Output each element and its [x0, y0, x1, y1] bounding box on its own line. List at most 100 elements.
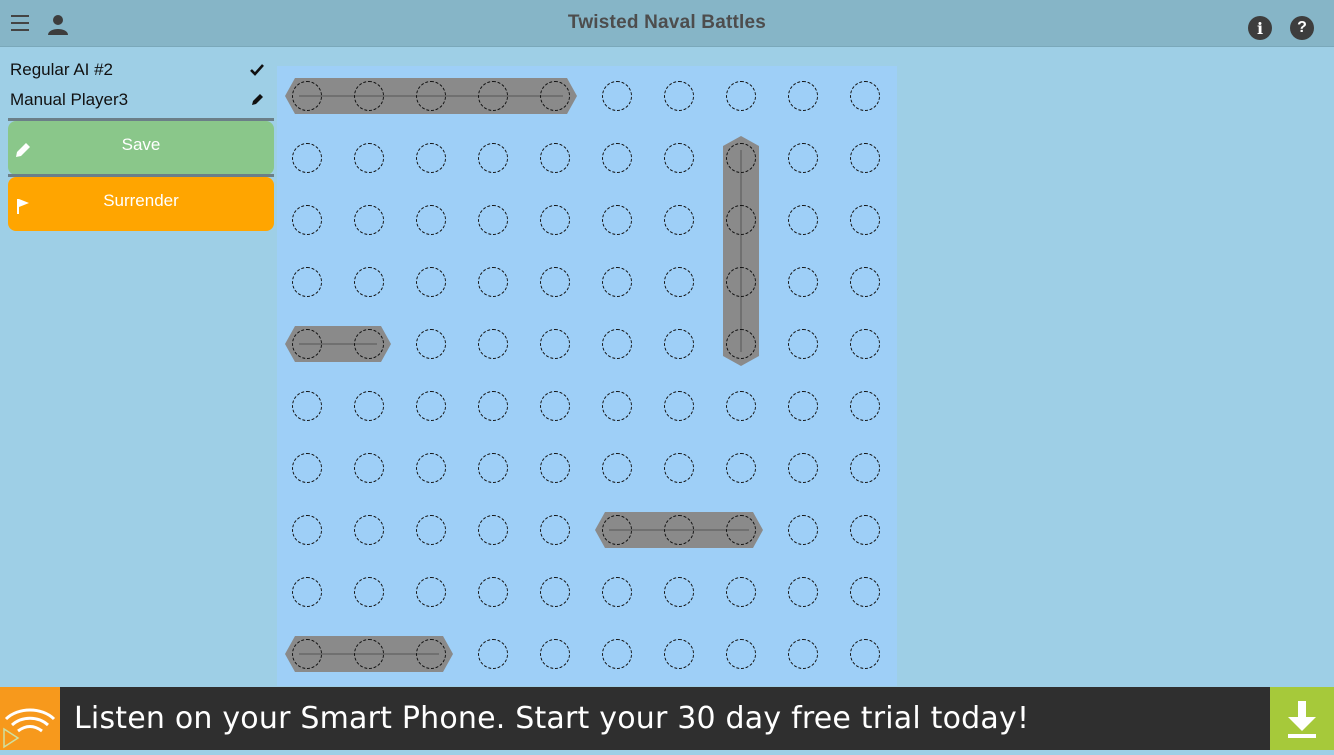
board-cell[interactable] — [788, 515, 818, 545]
board-cell[interactable] — [540, 143, 570, 173]
board-cell[interactable] — [354, 143, 384, 173]
board-cell[interactable] — [540, 205, 570, 235]
board-cell[interactable] — [416, 143, 446, 173]
board-cell[interactable] — [540, 267, 570, 297]
board-cell[interactable] — [478, 453, 508, 483]
board-cell[interactable] — [292, 81, 322, 111]
board-cell[interactable] — [726, 453, 756, 483]
board-cell[interactable] — [354, 329, 384, 359]
board-cell[interactable] — [726, 267, 756, 297]
board-cell[interactable] — [292, 639, 322, 669]
board-cell[interactable] — [416, 329, 446, 359]
board-cell[interactable] — [478, 639, 508, 669]
board-cell[interactable] — [602, 143, 632, 173]
board-cell[interactable] — [664, 81, 694, 111]
board-cell[interactable] — [788, 267, 818, 297]
board-cell[interactable] — [850, 143, 880, 173]
board-cell[interactable] — [788, 639, 818, 669]
board-cell[interactable] — [292, 577, 322, 607]
board-cell[interactable] — [664, 515, 694, 545]
board-cell[interactable] — [664, 391, 694, 421]
board-cell[interactable] — [602, 453, 632, 483]
board-cell[interactable] — [788, 143, 818, 173]
board-cell[interactable] — [416, 205, 446, 235]
board-cell[interactable] — [354, 453, 384, 483]
ad-text[interactable]: Listen on your Smart Phone. Start your 3… — [74, 701, 1029, 736]
board-cell[interactable] — [416, 639, 446, 669]
board-cell[interactable] — [292, 329, 322, 359]
board-cell[interactable] — [478, 577, 508, 607]
board-cell[interactable] — [540, 577, 570, 607]
board-cell[interactable] — [478, 267, 508, 297]
board-cell[interactable] — [602, 81, 632, 111]
board-cell[interactable] — [540, 453, 570, 483]
board-cell[interactable] — [540, 391, 570, 421]
info-icon[interactable]: i — [1248, 16, 1272, 40]
board-cell[interactable] — [726, 81, 756, 111]
board-cell[interactable] — [478, 205, 508, 235]
pencil-icon[interactable] — [250, 92, 264, 106]
board-cell[interactable] — [478, 329, 508, 359]
board-cell[interactable] — [726, 143, 756, 173]
board-cell[interactable] — [726, 577, 756, 607]
board-cell[interactable] — [850, 453, 880, 483]
board-cell[interactable] — [478, 391, 508, 421]
board-cell[interactable] — [788, 81, 818, 111]
board-cell[interactable] — [850, 577, 880, 607]
save-button[interactable]: Save — [8, 121, 274, 175]
board-cell[interactable] — [354, 205, 384, 235]
board-cell[interactable] — [416, 81, 446, 111]
board-cell[interactable] — [540, 329, 570, 359]
board-cell[interactable] — [602, 329, 632, 359]
surrender-button[interactable]: Surrender — [8, 177, 274, 231]
board-cell[interactable] — [664, 267, 694, 297]
board-cell[interactable] — [478, 81, 508, 111]
board-cell[interactable] — [788, 577, 818, 607]
board-cell[interactable] — [416, 577, 446, 607]
board-cell[interactable] — [850, 205, 880, 235]
board-cell[interactable] — [726, 639, 756, 669]
board-cell[interactable] — [540, 81, 570, 111]
board-cell[interactable] — [602, 267, 632, 297]
board-cell[interactable] — [664, 453, 694, 483]
board-cell[interactable] — [664, 143, 694, 173]
board-cell[interactable] — [602, 515, 632, 545]
board-cell[interactable] — [850, 515, 880, 545]
board-cell[interactable] — [292, 205, 322, 235]
board-cell[interactable] — [354, 577, 384, 607]
board-cell[interactable] — [416, 453, 446, 483]
board-cell[interactable] — [726, 205, 756, 235]
board-cell[interactable] — [540, 515, 570, 545]
board-cell[interactable] — [664, 577, 694, 607]
board-cell[interactable] — [354, 81, 384, 111]
board-cell[interactable] — [292, 143, 322, 173]
board-cell[interactable] — [664, 205, 694, 235]
board-cell[interactable] — [788, 205, 818, 235]
board-cell[interactable] — [354, 391, 384, 421]
board-cell[interactable] — [354, 515, 384, 545]
board-cell[interactable] — [850, 267, 880, 297]
board-cell[interactable] — [850, 639, 880, 669]
board-cell[interactable] — [726, 391, 756, 421]
board-cell[interactable] — [850, 81, 880, 111]
board-cell[interactable] — [602, 205, 632, 235]
board-cell[interactable] — [788, 453, 818, 483]
board-cell[interactable] — [726, 515, 756, 545]
board-cell[interactable] — [788, 329, 818, 359]
board-cell[interactable] — [292, 391, 322, 421]
ad-banner[interactable]: Listen on your Smart Phone. Start your 3… — [0, 687, 1334, 750]
board-cell[interactable] — [416, 267, 446, 297]
board-cell[interactable] — [726, 329, 756, 359]
board-cell[interactable] — [850, 329, 880, 359]
board-cell[interactable] — [664, 639, 694, 669]
board-cell[interactable] — [540, 639, 570, 669]
board-cell[interactable] — [788, 391, 818, 421]
board-cell[interactable] — [416, 515, 446, 545]
board-cell[interactable] — [478, 143, 508, 173]
board-cell[interactable] — [664, 329, 694, 359]
board-cell[interactable] — [292, 453, 322, 483]
board-cell[interactable] — [416, 391, 446, 421]
board-cell[interactable] — [602, 639, 632, 669]
board-cell[interactable] — [478, 515, 508, 545]
board-cell[interactable] — [292, 515, 322, 545]
